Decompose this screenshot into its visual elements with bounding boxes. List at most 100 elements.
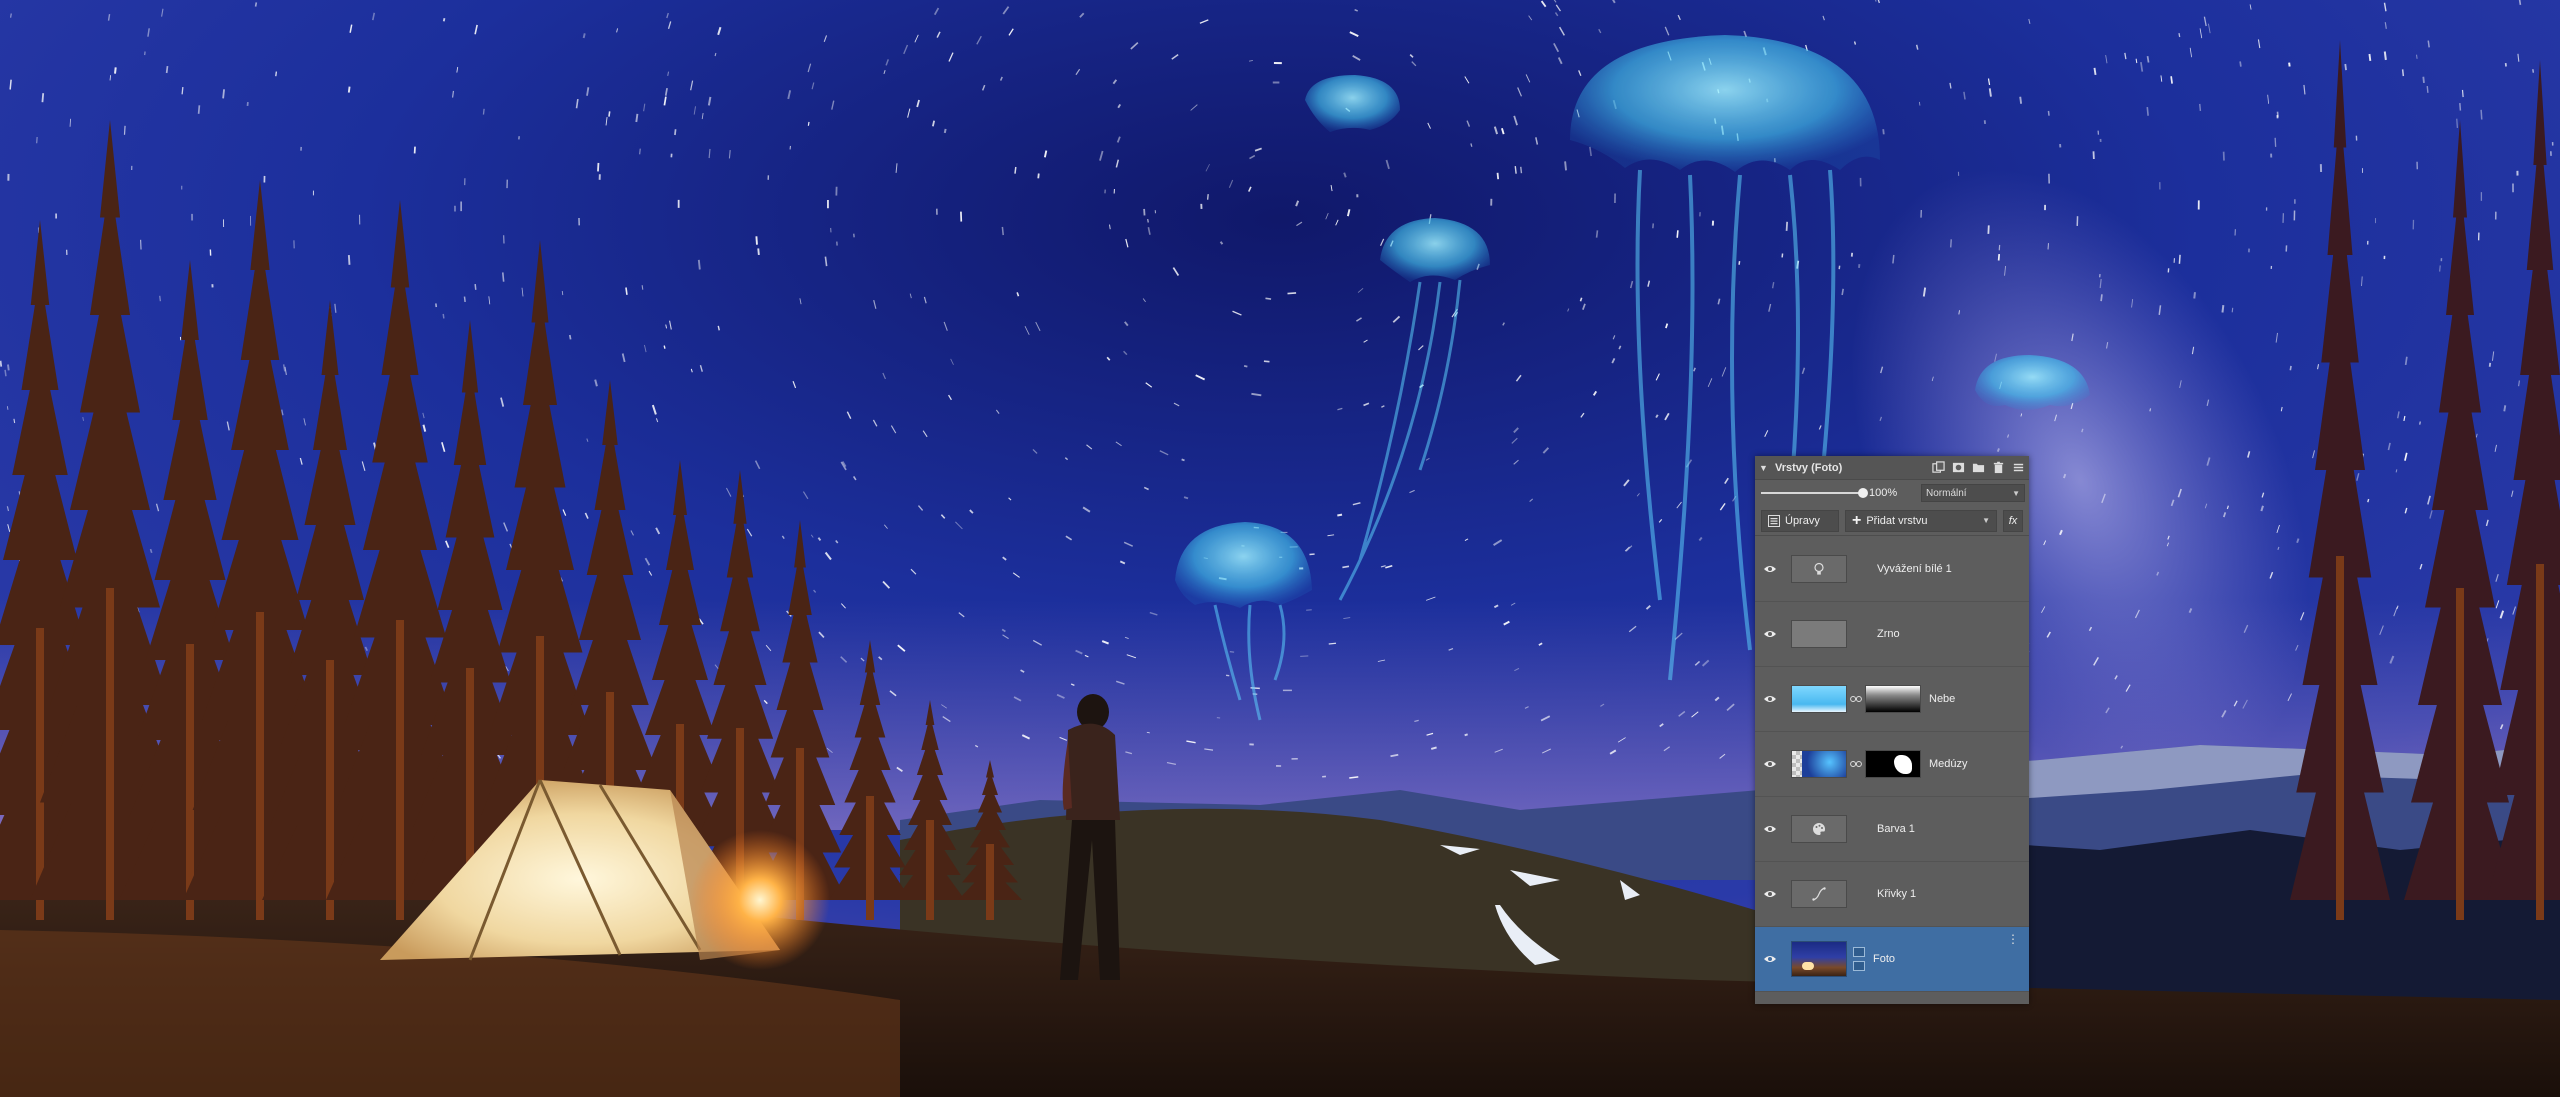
star — [1001, 226, 1004, 236]
star — [931, 120, 936, 127]
star — [474, 283, 477, 290]
star — [568, 334, 572, 340]
layer-lock-icon[interactable] — [1853, 961, 1865, 971]
layer-row[interactable]: Vyvážení bílé 1 — [1755, 537, 2029, 602]
star — [608, 111, 611, 117]
layer-list: Vyvážení bílé 1 Zrno Nebe Medúzy Barva 1… — [1755, 537, 2029, 992]
star — [714, 52, 717, 57]
bulb-icon — [1814, 562, 1824, 575]
star — [1841, 288, 1844, 296]
star — [2193, 292, 2196, 299]
more-options-icon[interactable]: ⋮ — [2007, 933, 2019, 945]
mask-icon[interactable] — [1951, 461, 1965, 475]
delete-icon[interactable] — [1991, 461, 2005, 475]
star — [463, 296, 466, 303]
star — [2488, 362, 2492, 367]
star — [717, 325, 720, 331]
chain-link-icon[interactable] — [1847, 760, 1865, 768]
star — [2517, 380, 2521, 387]
visibility-eye-icon[interactable] — [1755, 629, 1785, 639]
layer-name: Medúzy — [1929, 758, 1968, 770]
star — [1263, 360, 1270, 363]
blend-mode-value: Normální — [1926, 487, 1967, 499]
layer-row[interactable]: Medúzy — [1755, 732, 2029, 797]
visibility-eye-icon[interactable] — [1755, 824, 1785, 834]
layer-name: Vyvážení bílé 1 — [1877, 563, 1952, 575]
star — [2368, 53, 2372, 61]
opacity-value: 100% — [1869, 487, 1898, 499]
star — [2047, 110, 2050, 116]
layer-row[interactable]: Nebe — [1755, 667, 2029, 732]
star — [708, 148, 711, 159]
layer-row[interactable]: Křivky 1 — [1755, 862, 2029, 927]
add-layer-button[interactable]: + Přidat vrstvu ▼ — [1845, 509, 1997, 532]
layer-row[interactable]: Zrno — [1755, 602, 2029, 667]
tree-trunk — [326, 660, 334, 920]
star — [69, 118, 72, 127]
star — [2344, 63, 2347, 71]
visibility-eye-icon[interactable] — [1755, 954, 1785, 964]
star — [482, 108, 485, 115]
visibility-eye-icon[interactable] — [1755, 759, 1785, 769]
star — [635, 113, 639, 123]
collapse-triangle-icon[interactable]: ▼ — [1759, 463, 1769, 473]
star — [2289, 365, 2292, 371]
star — [1514, 166, 1517, 174]
star — [2146, 107, 2149, 116]
visibility-eye-icon[interactable] — [1755, 564, 1785, 574]
star — [1785, 221, 1789, 231]
star — [1430, 746, 1437, 750]
layers-panel-header: ▼ Vrstvy (Foto) — [1755, 456, 2029, 480]
tree-trunk — [106, 588, 114, 920]
star — [1265, 297, 1272, 300]
star — [1579, 297, 1583, 302]
star — [2231, 307, 2234, 313]
layer-mask-thumbnail[interactable] — [1865, 750, 1921, 778]
star — [9, 79, 12, 90]
star — [501, 272, 505, 282]
layer-name: Nebe — [1929, 693, 1956, 705]
layer-mask-thumbnail[interactable] — [1865, 685, 1921, 713]
layer-thumbnail — [1791, 750, 1847, 778]
star — [2456, 118, 2458, 128]
tree-trunk — [396, 620, 404, 920]
star — [4, 369, 7, 377]
star — [347, 254, 351, 265]
star — [123, 125, 126, 135]
layer-row[interactable]: Barva 1 — [1755, 797, 2029, 862]
star — [1564, 161, 1567, 171]
adjustments-icon — [1768, 514, 1780, 527]
star — [2426, 85, 2429, 93]
star — [2149, 408, 2152, 412]
duplicate-icon[interactable] — [1931, 461, 1945, 475]
star — [1337, 513, 1343, 517]
star — [1328, 642, 1337, 645]
menu-icon[interactable] — [2011, 461, 2025, 475]
star — [2367, 498, 2370, 503]
star — [2178, 33, 2181, 38]
fx-button[interactable]: fx — [2003, 509, 2023, 532]
layer-thumbnail — [1791, 880, 1847, 908]
star — [442, 313, 445, 319]
chain-link-icon[interactable] — [1847, 695, 1865, 703]
layer-thumbnail — [1791, 941, 1847, 977]
opacity-row: 100% Normální ▼ — [1755, 480, 2029, 506]
star — [2081, 428, 2084, 433]
layer-effects-icon[interactable] — [1853, 947, 1865, 957]
layer-name: Křivky 1 — [1877, 888, 1917, 900]
visibility-eye-icon[interactable] — [1755, 889, 1785, 899]
star — [2199, 103, 2202, 112]
opacity-slider[interactable] — [1761, 486, 1868, 500]
adjustments-button[interactable]: Úpravy — [1761, 509, 1839, 532]
canvas-photo[interactable] — [0, 0, 2560, 1097]
star — [10, 13, 12, 18]
visibility-eye-icon[interactable] — [1755, 694, 1785, 704]
layer-row-selected[interactable]: Foto ⋮ — [1755, 927, 2029, 992]
folder-icon[interactable] — [1971, 461, 1985, 475]
star — [2422, 76, 2425, 84]
opacity-slider-handle[interactable] — [1858, 488, 1868, 498]
star — [7, 364, 10, 371]
star — [2093, 67, 2097, 75]
blend-mode-select[interactable]: Normální ▼ — [1921, 484, 2025, 502]
star — [0, 360, 3, 367]
